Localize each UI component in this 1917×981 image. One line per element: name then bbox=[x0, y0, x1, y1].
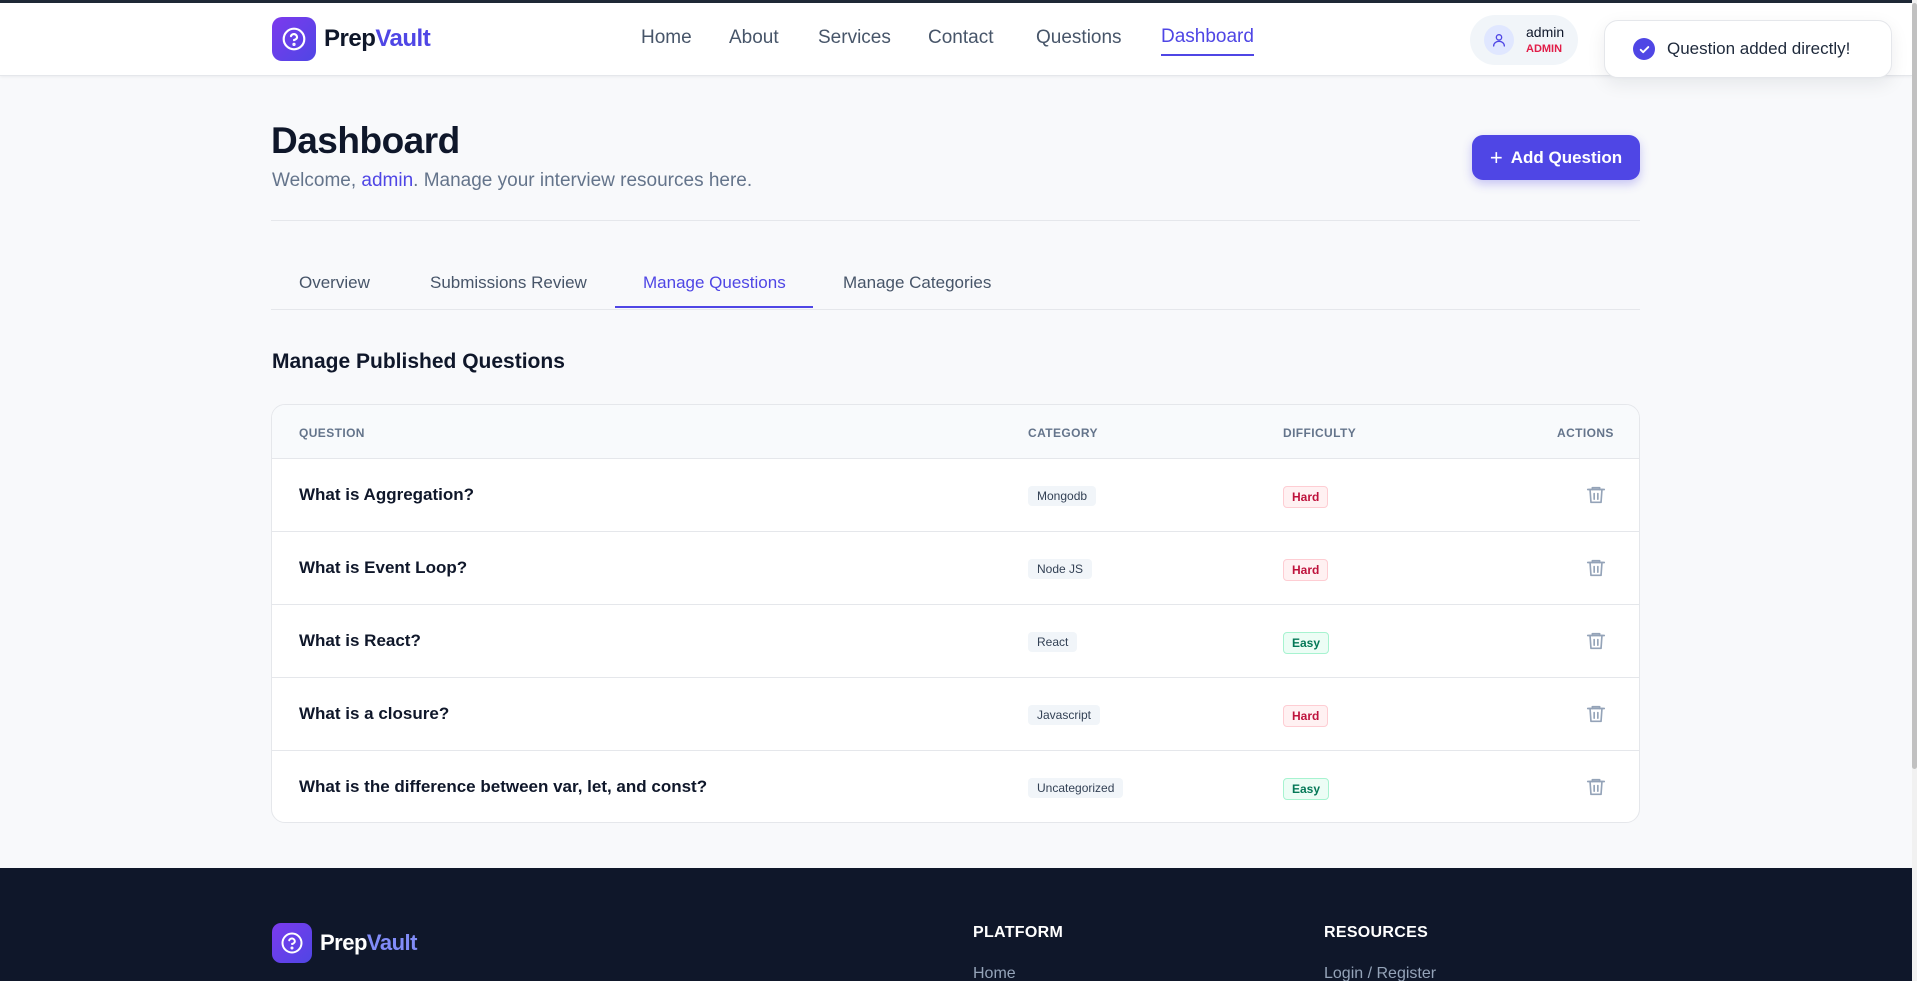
footer-brand-part1: Prep bbox=[320, 930, 367, 955]
table-row: What is Aggregation? Mongodb Hard bbox=[272, 459, 1639, 532]
question-circle-icon bbox=[272, 923, 312, 963]
delete-trash-icon[interactable] bbox=[1585, 557, 1607, 579]
category-badge: Javascript bbox=[1028, 705, 1101, 725]
question-text: What is Event Loop? bbox=[299, 558, 468, 577]
footer-link-home[interactable]: Home bbox=[973, 965, 1016, 981]
tab-manage-questions[interactable]: Manage Questions bbox=[643, 273, 786, 293]
delete-trash-icon[interactable] bbox=[1585, 703, 1607, 725]
questions-table: QUESTION CATEGORY DIFFICULTY ACTIONS Wha… bbox=[271, 404, 1640, 823]
user-icon bbox=[1484, 25, 1514, 55]
column-header-difficulty: DIFFICULTY bbox=[1283, 426, 1357, 440]
nav-questions[interactable]: Questions bbox=[1036, 27, 1122, 49]
question-text: What is the difference between var, let,… bbox=[299, 777, 708, 796]
tab-overview[interactable]: Overview bbox=[299, 273, 370, 293]
question-circle-icon bbox=[272, 17, 316, 61]
table-row: What is Event Loop? Node JS Hard bbox=[272, 532, 1639, 605]
nav-services[interactable]: Services bbox=[818, 27, 891, 49]
category-badge: Uncategorized bbox=[1028, 778, 1124, 798]
category-badge: Mongodb bbox=[1028, 486, 1097, 506]
brand-name-part1: Prep bbox=[324, 25, 376, 52]
user-role-badge: ADMIN bbox=[1526, 43, 1563, 55]
tab-manage-categories[interactable]: Manage Categories bbox=[843, 273, 991, 293]
section-title: Manage Published Questions bbox=[272, 350, 565, 373]
footer-brand-part2: Vault bbox=[366, 930, 418, 955]
brand-name: PrepVault bbox=[324, 25, 431, 53]
user-menu[interactable]: admin ADMIN bbox=[1470, 15, 1578, 65]
plus-icon: + bbox=[1489, 144, 1503, 170]
welcome-username: admin bbox=[361, 170, 414, 191]
column-header-question: QUESTION bbox=[299, 426, 365, 440]
welcome-suffix: . Manage your interview resources here. bbox=[413, 170, 753, 191]
brand-logo[interactable]: PrepVault bbox=[272, 17, 431, 61]
difficulty-badge: Easy bbox=[1283, 632, 1330, 654]
welcome-message: Welcome, admin. Manage your interview re… bbox=[272, 170, 752, 192]
difficulty-badge: Easy bbox=[1283, 778, 1330, 800]
footer-platform-heading: PLATFORM bbox=[973, 924, 1064, 941]
delete-trash-icon[interactable] bbox=[1585, 630, 1607, 652]
header-divider bbox=[271, 220, 1640, 221]
table-header: QUESTION CATEGORY DIFFICULTY ACTIONS bbox=[272, 405, 1639, 459]
active-tab-underline bbox=[615, 306, 813, 308]
question-text: What is a closure? bbox=[299, 704, 450, 723]
column-header-category: CATEGORY bbox=[1028, 426, 1098, 440]
question-text: What is Aggregation? bbox=[299, 485, 475, 504]
nav-dashboard[interactable]: Dashboard bbox=[1161, 26, 1254, 56]
difficulty-badge: Hard bbox=[1283, 559, 1329, 581]
success-toast[interactable]: Question added directly! bbox=[1604, 20, 1892, 78]
difficulty-badge: Hard bbox=[1283, 705, 1329, 727]
delete-trash-icon[interactable] bbox=[1585, 484, 1607, 506]
add-question-button[interactable]: + Add Question bbox=[1472, 135, 1640, 180]
footer-brand-logo[interactable]: PrepVault bbox=[272, 923, 418, 963]
nav-active-underline bbox=[1161, 54, 1254, 56]
table-row: What is a closure? Javascript Hard bbox=[272, 678, 1639, 751]
page-scrollbar-thumb[interactable] bbox=[1912, 3, 1917, 769]
footer-resources-heading: RESOURCES bbox=[1324, 924, 1429, 941]
nav-dashboard-label: Dashboard bbox=[1161, 26, 1254, 47]
tab-submissions-review[interactable]: Submissions Review bbox=[430, 273, 587, 293]
toast-message: Question added directly! bbox=[1667, 39, 1851, 58]
nav-home[interactable]: Home bbox=[641, 27, 692, 49]
question-text: What is React? bbox=[299, 631, 421, 650]
welcome-prefix: Welcome, bbox=[272, 170, 362, 191]
category-badge: React bbox=[1028, 632, 1078, 652]
nav-about[interactable]: About bbox=[729, 27, 779, 49]
check-circle-icon bbox=[1633, 38, 1655, 60]
add-question-label: Add Question bbox=[1510, 147, 1623, 167]
table-row: What is the difference between var, let,… bbox=[272, 751, 1639, 822]
category-badge: Node JS bbox=[1028, 559, 1093, 579]
site-footer: PrepVault PLATFORM Home RESOURCES Login … bbox=[0, 868, 1912, 981]
column-header-actions: ACTIONS bbox=[1557, 426, 1614, 440]
nav-contact[interactable]: Contact bbox=[928, 27, 993, 49]
user-name: admin bbox=[1526, 24, 1565, 40]
footer-brand-name: PrepVault bbox=[320, 930, 418, 956]
brand-name-part2: Vault bbox=[375, 25, 431, 52]
table-row: What is React? React Easy bbox=[272, 605, 1639, 678]
dashboard-tabs: Overview Submissions Review Manage Quest… bbox=[271, 253, 1640, 310]
difficulty-badge: Hard bbox=[1283, 486, 1329, 508]
delete-trash-icon[interactable] bbox=[1585, 776, 1607, 798]
page-title: Dashboard bbox=[271, 120, 460, 161]
footer-link-login-register[interactable]: Login / Register bbox=[1324, 965, 1436, 981]
